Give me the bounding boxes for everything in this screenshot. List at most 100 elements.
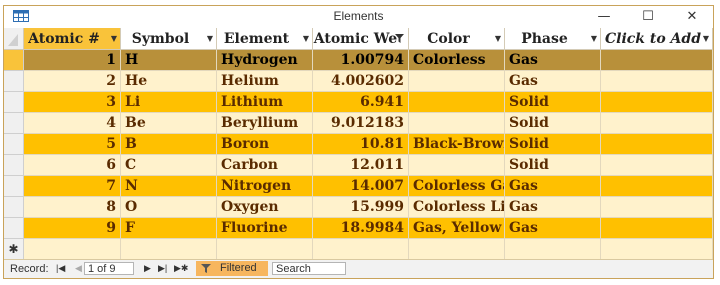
cell-color[interactable]: Colorless xyxy=(409,50,505,71)
cell-atomic-weight[interactable]: 10.81 xyxy=(313,134,409,155)
cell-click-to-add[interactable] xyxy=(601,197,713,218)
column-header-atomic-weight[interactable]: Atomic We xyxy=(313,28,409,50)
table-row[interactable]: 8OOxygen15.999Colorless LiqGas xyxy=(4,197,713,218)
cell-color[interactable] xyxy=(409,92,505,113)
cell-element[interactable]: Boron xyxy=(217,134,313,155)
chevron-down-icon[interactable]: ▼ xyxy=(495,28,501,49)
table-row[interactable]: 7 N Nitrogen 14.007 Colorless Ga Gas xyxy=(4,176,713,197)
cell-phase[interactable]: Gas xyxy=(505,176,601,197)
cell-atomic-number[interactable]: 3 xyxy=(24,92,121,113)
cell-click-to-add[interactable] xyxy=(601,176,713,197)
cell-element[interactable]: Carbon xyxy=(217,155,313,176)
cell-atomic-number[interactable]: 4 xyxy=(24,113,121,134)
cell-phase[interactable]: Solid xyxy=(505,155,601,176)
cell-symbol[interactable]: B xyxy=(121,134,217,155)
filtered-toggle[interactable]: Filtered xyxy=(196,261,268,276)
record-selector[interactable] xyxy=(4,155,24,176)
column-header-symbol[interactable]: Symbol ▼ xyxy=(121,28,217,50)
cell-element[interactable]: Lithium xyxy=(217,92,313,113)
minimize-button[interactable]: — xyxy=(590,8,618,26)
record-selector[interactable] xyxy=(4,197,24,218)
chevron-down-icon[interactable]: ▼ xyxy=(207,28,213,49)
column-header-element[interactable]: Element ▼ xyxy=(217,28,313,50)
chevron-down-icon[interactable]: ▼ xyxy=(703,28,709,49)
cell-phase[interactable]: Solid xyxy=(505,92,601,113)
record-selector[interactable] xyxy=(4,176,24,197)
table-row[interactable]: 1 H Hydrogen 1.00794 Colorless Gas xyxy=(4,50,713,71)
cell-symbol[interactable]: F xyxy=(121,218,217,239)
close-button[interactable]: ✕ xyxy=(678,8,706,26)
cell-atomic-weight[interactable]: 15.999 xyxy=(313,197,409,218)
record-selector[interactable] xyxy=(4,71,24,92)
cell-color[interactable]: Colorless Liq xyxy=(409,197,505,218)
cell-atomic-weight[interactable]: 4.002602 xyxy=(313,71,409,92)
cell-element[interactable]: Fluorine xyxy=(217,218,313,239)
cell-click-to-add[interactable] xyxy=(601,71,713,92)
table-row[interactable]: 3 Li Lithium 6.941 Solid xyxy=(4,92,713,113)
cell-atomic-number[interactable]: 5 xyxy=(24,134,121,155)
cell-phase[interactable]: Gas xyxy=(505,71,601,92)
cell-element[interactable]: Hydrogen xyxy=(217,50,313,71)
new-record-cell[interactable] xyxy=(505,239,601,260)
column-header-click-to-add[interactable]: Click to Add ▼ xyxy=(601,28,713,50)
cell-phase[interactable]: Solid xyxy=(505,113,601,134)
cell-click-to-add[interactable] xyxy=(601,113,713,134)
cell-atomic-weight[interactable]: 14.007 xyxy=(313,176,409,197)
record-selector[interactable] xyxy=(4,113,24,134)
cell-atomic-number[interactable]: 8 xyxy=(24,197,121,218)
last-record-icon[interactable]: ▶| xyxy=(158,263,167,274)
cell-symbol[interactable]: C xyxy=(121,155,217,176)
cell-atomic-weight[interactable]: 18.9984 xyxy=(313,218,409,239)
table-row[interactable]: 9 F Fluorine 18.9984 Gas, Yellow Gas xyxy=(4,218,713,239)
select-all-corner[interactable] xyxy=(4,28,24,50)
cell-symbol[interactable]: N xyxy=(121,176,217,197)
cell-atomic-number[interactable]: 2 xyxy=(24,71,121,92)
new-record-marker[interactable]: ✱ xyxy=(4,239,24,260)
search-input[interactable]: Search xyxy=(272,262,346,275)
table-row[interactable]: 6 C Carbon 12.011 Solid xyxy=(4,155,713,176)
cell-atomic-weight[interactable]: 1.00794 xyxy=(313,50,409,71)
cell-click-to-add[interactable] xyxy=(601,134,713,155)
cell-atomic-number[interactable]: 7 xyxy=(24,176,121,197)
cell-color[interactable]: Colorless Ga xyxy=(409,176,505,197)
record-selector[interactable] xyxy=(4,218,24,239)
first-record-icon[interactable]: |◀ xyxy=(56,263,65,274)
new-record-cell[interactable] xyxy=(409,239,505,260)
cell-element[interactable]: Beryllium xyxy=(217,113,313,134)
cell-phase[interactable]: Gas xyxy=(505,218,601,239)
cell-color[interactable] xyxy=(409,113,505,134)
cell-click-to-add[interactable] xyxy=(601,92,713,113)
cell-atomic-weight[interactable]: 12.011 xyxy=(313,155,409,176)
cell-symbol[interactable]: O xyxy=(121,197,217,218)
chevron-down-icon[interactable]: ▼ xyxy=(591,28,597,49)
record-selector[interactable] xyxy=(4,50,24,71)
new-record-cell[interactable] xyxy=(601,239,713,260)
column-header-phase[interactable]: Phase ▼ xyxy=(505,28,601,50)
cell-element[interactable]: Helium xyxy=(217,71,313,92)
table-row[interactable]: 2 He Helium 4.002602 Gas xyxy=(4,71,713,92)
cell-atomic-weight[interactable]: 6.941 xyxy=(313,92,409,113)
cell-click-to-add[interactable] xyxy=(601,155,713,176)
cell-phase[interactable]: Gas xyxy=(505,197,601,218)
table-row[interactable]: 5 B Boron 10.81 Black-Brown Solid xyxy=(4,134,713,155)
cell-symbol[interactable]: He xyxy=(121,71,217,92)
record-selector[interactable] xyxy=(4,92,24,113)
chevron-down-icon[interactable]: ▼ xyxy=(111,28,117,49)
maximize-button[interactable]: ☐ xyxy=(634,8,662,26)
cell-color[interactable] xyxy=(409,155,505,176)
cell-atomic-number[interactable]: 6 xyxy=(24,155,121,176)
current-record-field[interactable]: 1 of 9 xyxy=(84,262,134,275)
cell-phase[interactable]: Gas xyxy=(505,50,601,71)
cell-color[interactable]: Black-Brown xyxy=(409,134,505,155)
cell-phase[interactable]: Solid xyxy=(505,134,601,155)
new-record-icon[interactable]: ▶✱ xyxy=(174,263,188,274)
filter-icon[interactable] xyxy=(394,33,405,44)
next-record-icon[interactable]: ▶ xyxy=(144,263,151,274)
cell-symbol[interactable]: Be xyxy=(121,113,217,134)
new-record-cell[interactable] xyxy=(121,239,217,260)
cell-click-to-add[interactable] xyxy=(601,218,713,239)
cell-symbol[interactable]: H xyxy=(121,50,217,71)
new-record-cell[interactable] xyxy=(313,239,409,260)
column-header-atomic-number[interactable]: Atomic # ▼ xyxy=(24,28,121,50)
previous-record-icon[interactable]: ◀ xyxy=(75,263,82,274)
